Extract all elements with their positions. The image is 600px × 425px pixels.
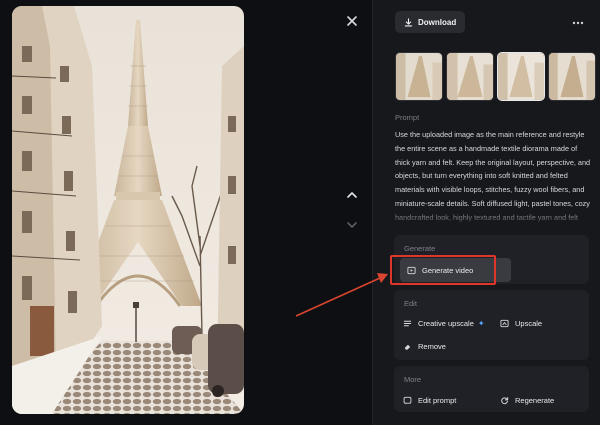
close-button[interactable] xyxy=(343,12,361,30)
creative-upscale-label: Creative upscale xyxy=(418,319,474,328)
edit-card: Edit Creative upscale ✦ Upscale Remove xyxy=(394,290,589,360)
more-card: More Edit prompt Regenerate xyxy=(394,366,589,412)
prompt-label: Prompt xyxy=(395,113,420,122)
close-icon xyxy=(347,16,357,26)
eraser-icon xyxy=(403,342,412,351)
download-icon xyxy=(404,17,413,26)
next-image-button[interactable] xyxy=(345,218,359,232)
more-title: More xyxy=(404,375,422,384)
generate-video-label: Generate video xyxy=(422,265,474,275)
previous-image-button[interactable] xyxy=(345,188,359,202)
download-label: Download xyxy=(418,17,457,27)
chevron-up-icon xyxy=(347,192,357,198)
edit-prompt-button[interactable]: Edit prompt xyxy=(403,396,456,405)
creative-upscale-icon xyxy=(403,319,412,328)
details-panel: Download Prompt Use the uploaded image a… xyxy=(372,0,600,425)
edit-prompt-label: Edit prompt xyxy=(418,396,457,405)
remove-button[interactable]: Remove xyxy=(403,342,446,351)
generate-video-button[interactable]: Generate video xyxy=(400,258,511,282)
thumbnail-variant-3[interactable] xyxy=(497,52,545,101)
upscale-icon xyxy=(500,319,509,328)
generated-image[interactable] xyxy=(12,6,244,414)
upscale-label: Upscale xyxy=(515,319,543,328)
generate-title: Generate xyxy=(404,244,436,253)
edit-prompt-icon xyxy=(403,396,412,405)
prompt-fade xyxy=(395,206,595,228)
upscale-button[interactable]: Upscale xyxy=(500,319,542,328)
download-button[interactable]: Download xyxy=(395,11,466,33)
generate-card: Generate Generate video xyxy=(394,235,589,284)
sparkle-icon: ✦ xyxy=(477,319,485,328)
regenerate-button[interactable]: Regenerate xyxy=(500,396,554,405)
creative-upscale-button[interactable]: Creative upscale ✦ xyxy=(403,319,485,328)
more-options-button[interactable] xyxy=(571,13,585,29)
remove-label: Remove xyxy=(418,342,446,351)
variant-thumbnails xyxy=(395,52,596,101)
edit-title: Edit xyxy=(404,299,417,308)
chevron-down-icon xyxy=(347,222,357,228)
more-horizontal-icon xyxy=(572,21,584,25)
thumbnail-variant-1[interactable] xyxy=(395,52,443,101)
image-canvas xyxy=(0,0,372,425)
thumbnail-variant-2[interactable] xyxy=(446,52,494,101)
refresh-icon xyxy=(500,396,509,405)
regenerate-label: Regenerate xyxy=(515,396,555,405)
video-icon xyxy=(407,266,416,275)
thumbnail-variant-4[interactable] xyxy=(548,52,596,101)
left-building-shape xyxy=(12,6,102,396)
